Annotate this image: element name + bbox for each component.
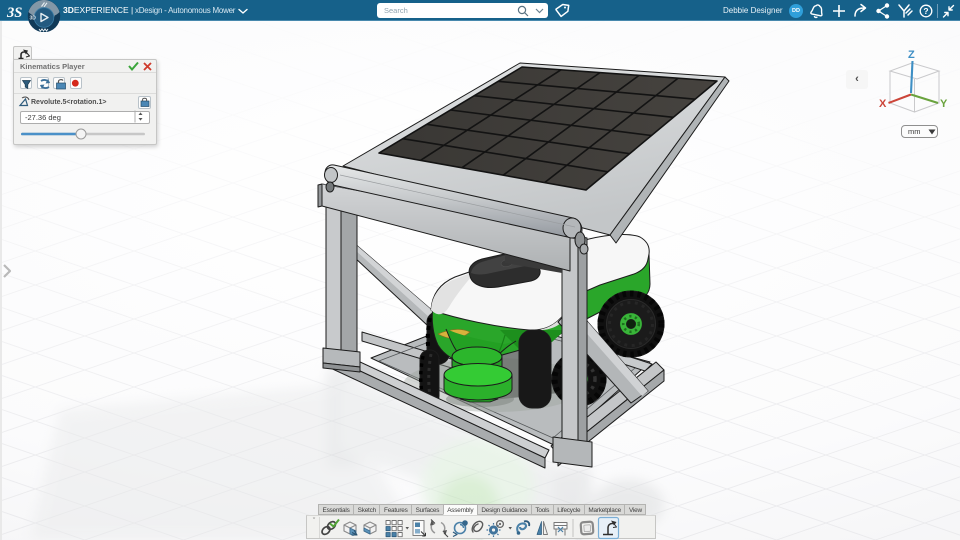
svg-text:ˈ: ˈ bbox=[54, 16, 56, 22]
svg-text:Y: Y bbox=[940, 98, 948, 110]
svg-text:?: ? bbox=[923, 6, 928, 16]
svg-text:X: X bbox=[879, 98, 887, 110]
svg-text:3S: 3S bbox=[6, 5, 22, 21]
svg-text:Z: Z bbox=[908, 49, 915, 61]
svg-text:3D: 3D bbox=[30, 16, 37, 22]
